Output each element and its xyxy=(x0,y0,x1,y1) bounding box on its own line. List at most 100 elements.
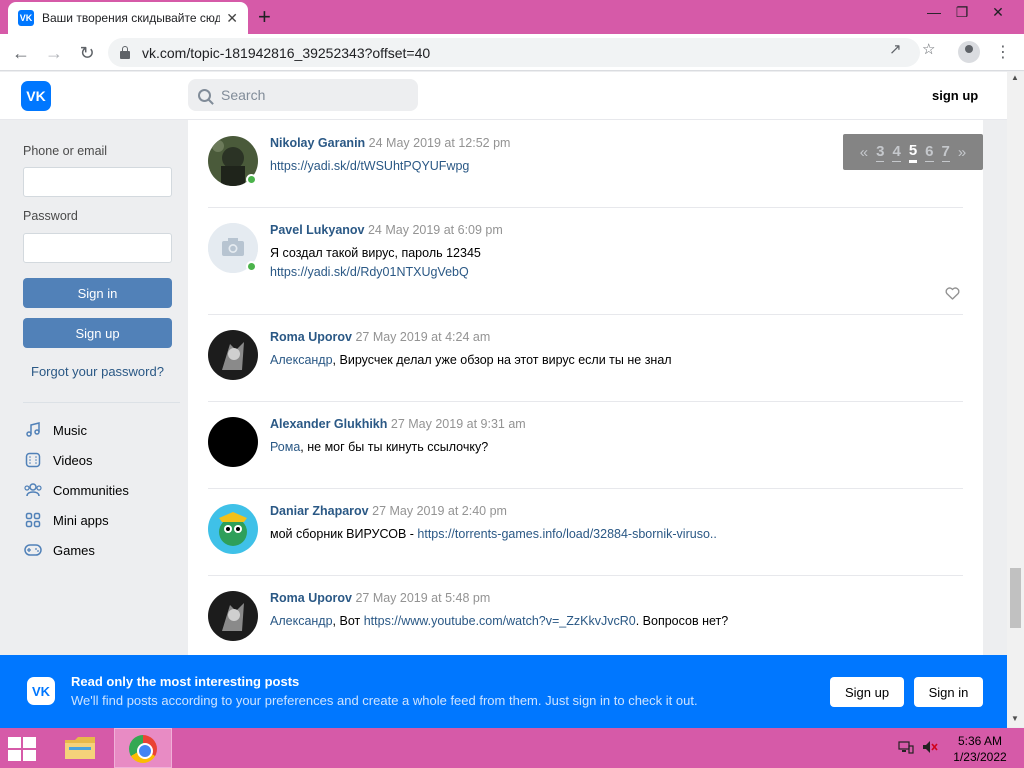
system-clock[interactable]: 5:36 AM 1/23/2022 xyxy=(946,733,1014,765)
forgot-password-link[interactable]: Forgot your password? xyxy=(31,364,164,379)
comment-header: Pavel Lukyanov 24 May 2019 at 6:09 pm xyxy=(270,223,503,237)
banner-title: Read only the most interesting posts xyxy=(71,674,300,689)
author-name[interactable]: Roma Uporov xyxy=(270,330,352,344)
comment-text: Александр, Вирусчек делал уже обзор на э… xyxy=(270,351,672,370)
restore-button[interactable]: ❐ xyxy=(944,0,980,24)
address-bar[interactable]: vk.com/topic-181942816_39252343?offset=4… xyxy=(108,38,920,67)
search-icon xyxy=(198,88,211,102)
signup-button[interactable]: Sign up xyxy=(23,318,172,348)
clock-time: 5:36 AM xyxy=(957,734,1003,748)
reload-icon[interactable]: ↻ xyxy=(76,42,98,64)
page-link-3[interactable]: 3 xyxy=(876,143,885,162)
comment-date[interactable]: 24 May 2019 at 6:09 pm xyxy=(368,223,503,237)
banner-signin-button[interactable]: Sign in xyxy=(914,677,983,707)
comment-date[interactable]: 24 May 2019 at 12:52 pm xyxy=(369,136,511,150)
left-sidebar: Phone or email Password Sign in Sign up … xyxy=(0,120,188,655)
video-icon xyxy=(23,451,43,469)
tab-close-icon[interactable]: ✕ xyxy=(226,10,238,27)
comment-link[interactable]: https://torrents-games.info/load/32884-s… xyxy=(417,527,716,541)
comment-date[interactable]: 27 May 2019 at 9:31 am xyxy=(391,417,526,431)
password-field[interactable] xyxy=(23,233,172,263)
comment-date[interactable]: 27 May 2019 at 2:40 pm xyxy=(372,504,507,518)
comment-link[interactable]: https://yadi.sk/d/Rdy01NTXUgVebQ xyxy=(270,263,481,282)
page-link-4[interactable]: 4 xyxy=(892,143,901,162)
comment-text: Александр, Вот https://www.youtube.com/w… xyxy=(270,612,728,631)
windows-taskbar: 5:36 AM 1/23/2022 xyxy=(0,728,1024,768)
reply-to-link[interactable]: Александр xyxy=(270,614,333,628)
scroll-down-icon[interactable]: ▼ xyxy=(1011,714,1019,723)
comment-header: Alexander Glukhikh 27 May 2019 at 9:31 a… xyxy=(270,417,526,431)
scroll-up-icon[interactable]: ▲ xyxy=(1011,73,1019,82)
signin-button[interactable]: Sign in xyxy=(23,278,172,308)
banner-signup-button[interactable]: Sign up xyxy=(830,677,904,707)
phone-email-field[interactable] xyxy=(23,167,172,197)
avatar[interactable] xyxy=(208,591,258,641)
file-explorer-icon[interactable] xyxy=(63,734,97,762)
comment-body: мой сборник ВИРУСОВ - xyxy=(270,527,418,541)
games-icon xyxy=(23,541,43,559)
comment-body-tail: . Вопросов нет? xyxy=(635,614,729,628)
signin-promo-banner: VK Read only the most interesting posts … xyxy=(0,655,1007,728)
browser-tab[interactable]: VK Ваши творения скидывайте сюда ✕ xyxy=(8,2,248,34)
author-name[interactable]: Roma Uporov xyxy=(270,591,352,605)
url-text: vk.com/topic-181942816_39252343?offset=4… xyxy=(142,44,431,61)
reply-to-link[interactable]: Александр xyxy=(270,353,333,367)
comment: Roma Uporov 27 May 2019 at 4:24 am Алекс… xyxy=(188,314,983,401)
volume-muted-icon[interactable] xyxy=(922,740,938,757)
sidebar-item-label: Music xyxy=(53,422,87,438)
avatar[interactable] xyxy=(208,417,258,467)
online-status-icon xyxy=(246,174,257,185)
profile-avatar-icon[interactable] xyxy=(958,41,980,63)
comment-link[interactable]: https://www.youtube.com/watch?v=_ZzKkvJv… xyxy=(364,614,636,628)
mini-apps-icon xyxy=(23,511,43,529)
share-icon[interactable]: ↗ xyxy=(889,40,902,58)
windows-start-icon[interactable] xyxy=(8,737,38,761)
comment-date[interactable]: 27 May 2019 at 4:24 am xyxy=(355,330,490,344)
close-window-button[interactable]: ✕ xyxy=(980,0,1016,24)
back-arrow-icon[interactable]: ← xyxy=(10,42,32,64)
forward-arrow-icon[interactable]: → xyxy=(43,42,65,64)
avatar[interactable] xyxy=(208,330,258,380)
prev-page-button[interactable]: « xyxy=(860,144,868,161)
author-name[interactable]: Alexander Glukhikh xyxy=(270,417,387,431)
page-link-7[interactable]: 7 xyxy=(941,143,950,162)
next-page-button[interactable]: » xyxy=(958,144,966,161)
like-heart-icon[interactable] xyxy=(945,287,960,303)
network-icon[interactable] xyxy=(898,740,914,757)
comment-link[interactable]: https://yadi.sk/d/tWSUhtPQYUFwpg xyxy=(270,159,469,173)
author-name[interactable]: Nikolay Garanin xyxy=(270,136,365,150)
sidebar-item-videos[interactable]: Videos xyxy=(23,451,93,469)
vk-logo[interactable]: VK xyxy=(21,81,51,111)
new-tab-button[interactable]: + xyxy=(258,6,271,28)
search-input[interactable]: Search xyxy=(188,79,418,111)
chrome-taskbar-button[interactable] xyxy=(114,728,172,768)
browser-titlebar: VK Ваши творения скидывайте сюда ✕ + — ❐… xyxy=(0,0,1024,34)
clock-date: 1/23/2022 xyxy=(953,750,1007,764)
header-signup-link[interactable]: sign up xyxy=(932,88,978,103)
sidebar-item-music[interactable]: Music xyxy=(23,421,87,439)
sidebar-item-mini-apps[interactable]: Mini apps xyxy=(23,511,109,529)
bookmark-star-icon[interactable]: ☆ xyxy=(922,40,935,58)
sidebar-item-label: Games xyxy=(53,542,95,558)
reply-to-link[interactable]: Рома xyxy=(270,440,300,454)
comment-line: Я создал такой вирус, пароль 12345 xyxy=(270,246,481,260)
browser-menu-icon[interactable]: ⋮ xyxy=(995,42,1011,62)
sidebar-item-label: Videos xyxy=(53,452,93,468)
sidebar-item-communities[interactable]: Communities xyxy=(23,481,129,499)
page-link-6[interactable]: 6 xyxy=(925,143,934,162)
page-scrollbar[interactable] xyxy=(1007,72,1024,727)
comment-text: мой сборник ВИРУСОВ - https://torrents-g… xyxy=(270,525,717,544)
comment: Pavel Lukyanov 24 May 2019 at 6:09 pm Я … xyxy=(188,207,983,314)
avatar[interactable] xyxy=(208,504,258,554)
sidebar-item-games[interactable]: Games xyxy=(23,541,95,559)
comment-date[interactable]: 27 May 2019 at 5:48 pm xyxy=(355,591,490,605)
browser-toolbar: ← → ↻ vk.com/topic-181942816_39252343?of… xyxy=(0,34,1024,71)
author-name[interactable]: Pavel Lukyanov xyxy=(270,223,365,237)
scrollbar-thumb[interactable] xyxy=(1010,568,1021,628)
tab-title: Ваши творения скидывайте сюда xyxy=(42,11,221,25)
comment-text: https://yadi.sk/d/tWSUhtPQYUFwpg xyxy=(270,157,469,176)
vk-favicon-icon: VK xyxy=(18,10,34,26)
vk-header: VK Search sign up xyxy=(0,72,1007,120)
author-name[interactable]: Daniar Zhaparov xyxy=(270,504,369,518)
vk-logo: VK xyxy=(27,677,55,705)
